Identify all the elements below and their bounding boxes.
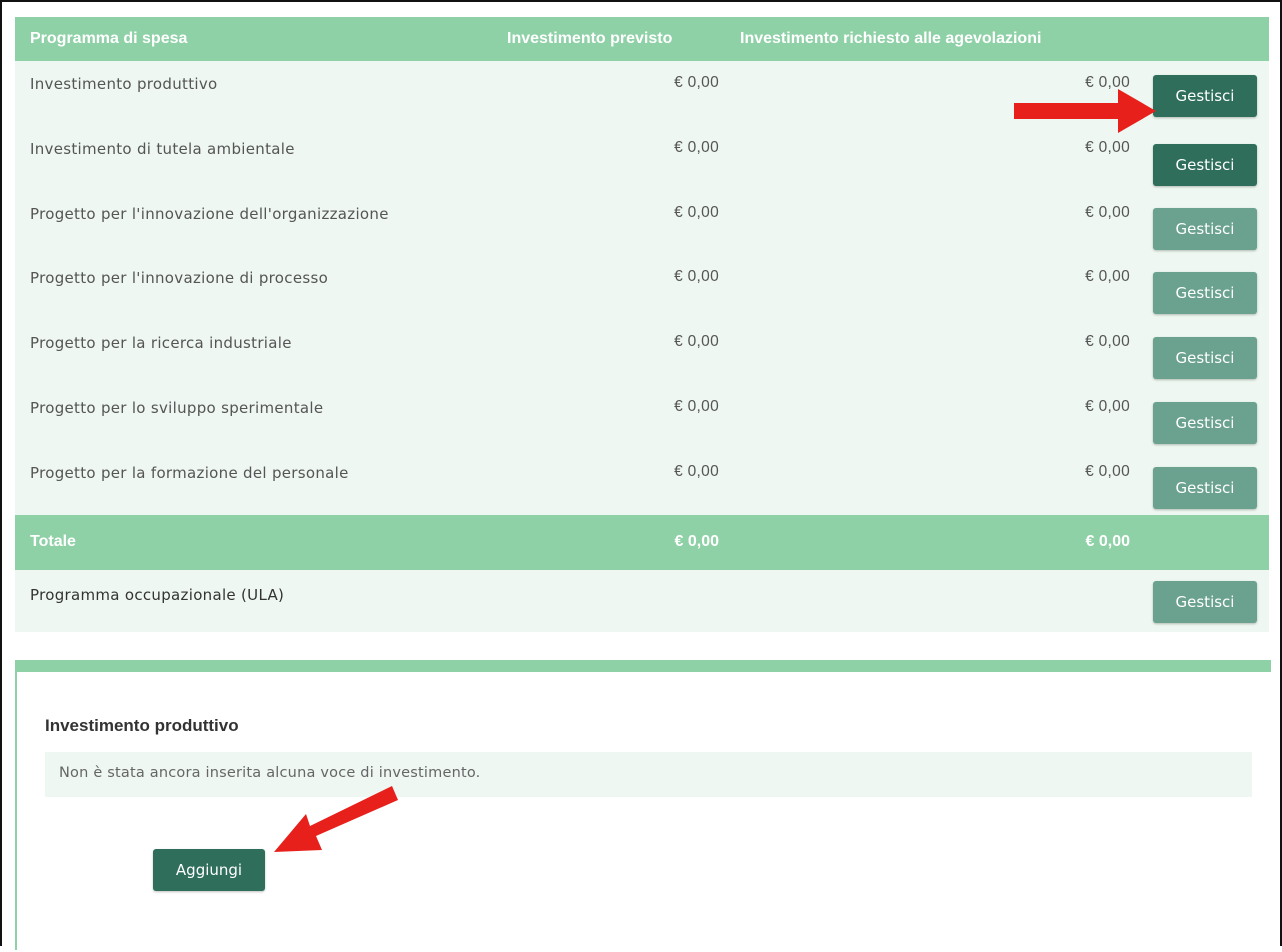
- row-planned: € 0,00: [674, 462, 719, 480]
- total-requested: € 0,00: [1085, 532, 1130, 550]
- total-planned: € 0,00: [674, 532, 719, 550]
- header-requested: Investimento richiesto alle agevolazioni: [740, 30, 1042, 47]
- red-arrow-down-left-icon: [274, 786, 398, 852]
- manage-button-innovazione-processo[interactable]: Gestisci: [1153, 272, 1257, 315]
- table-row: Progetto per la formazione del personale…: [15, 450, 1269, 515]
- table-row: Investimento di tutela ambientale € 0,00…: [15, 126, 1269, 191]
- total-label: Totale: [30, 532, 76, 550]
- add-button[interactable]: Aggiungi: [153, 849, 265, 891]
- table-row: Progetto per l'innovazione dell'organizz…: [15, 191, 1269, 256]
- row-planned: € 0,00: [674, 333, 719, 351]
- row-requested: € 0,00: [1085, 462, 1130, 480]
- table-header: Programma di spesa Investimento previsto…: [15, 17, 1269, 61]
- ula-name: Programma occupazionale (ULA): [30, 585, 285, 604]
- manage-button-sviluppo-sperimentale[interactable]: Gestisci: [1153, 401, 1257, 444]
- ula-row: Programma occupazionale (ULA) Gestisci: [15, 569, 1269, 632]
- red-arrow-right-icon: [1014, 89, 1156, 133]
- manage-button-innovazione-organizzazione[interactable]: Gestisci: [1153, 207, 1257, 250]
- table-row: Progetto per l'innovazione di processo €…: [15, 255, 1269, 320]
- manage-button-formazione-personale[interactable]: Gestisci: [1153, 466, 1257, 509]
- header-planned: Investimento previsto: [507, 30, 673, 47]
- panel-title: Investimento produttivo: [45, 716, 239, 735]
- table-row: Progetto per lo sviluppo sperimentale € …: [15, 385, 1269, 450]
- manage-button-investimento-produttivo[interactable]: Gestisci: [1153, 75, 1257, 117]
- table-row: Progetto per la ricerca industriale € 0,…: [15, 320, 1269, 385]
- row-planned: € 0,00: [674, 268, 719, 286]
- row-name: Investimento di tutela ambientale: [30, 139, 295, 158]
- row-requested: € 0,00: [1085, 138, 1130, 156]
- total-row: Totale € 0,00 € 0,00: [15, 514, 1269, 570]
- row-requested: € 0,00: [1085, 397, 1130, 415]
- manage-button-ula[interactable]: Gestisci: [1153, 580, 1257, 623]
- row-name: Progetto per l'innovazione di processo: [30, 269, 329, 288]
- row-planned: € 0,00: [674, 203, 719, 221]
- row-name: Progetto per la formazione del personale: [30, 463, 349, 482]
- row-name: Progetto per la ricerca industriale: [30, 334, 292, 353]
- row-requested: € 0,00: [1085, 333, 1130, 351]
- row-name: Investimento produttivo: [30, 75, 218, 93]
- row-requested: € 0,00: [1085, 268, 1130, 286]
- investment-panel: [17, 672, 1271, 952]
- row-planned: € 0,00: [674, 397, 719, 415]
- empty-notice: Non è stata ancora inserita alcuna voce …: [45, 752, 1252, 797]
- header-program: Programma di spesa: [30, 30, 188, 47]
- row-planned: € 0,00: [674, 74, 719, 91]
- row-requested: € 0,00: [1085, 203, 1130, 221]
- manage-button-tutela-ambientale[interactable]: Gestisci: [1153, 143, 1257, 186]
- row-planned: € 0,00: [674, 138, 719, 156]
- row-name: Progetto per l'innovazione dell'organizz…: [30, 204, 389, 223]
- row-name: Progetto per lo sviluppo sperimentale: [30, 398, 324, 417]
- manage-button-ricerca-industriale[interactable]: Gestisci: [1153, 337, 1257, 380]
